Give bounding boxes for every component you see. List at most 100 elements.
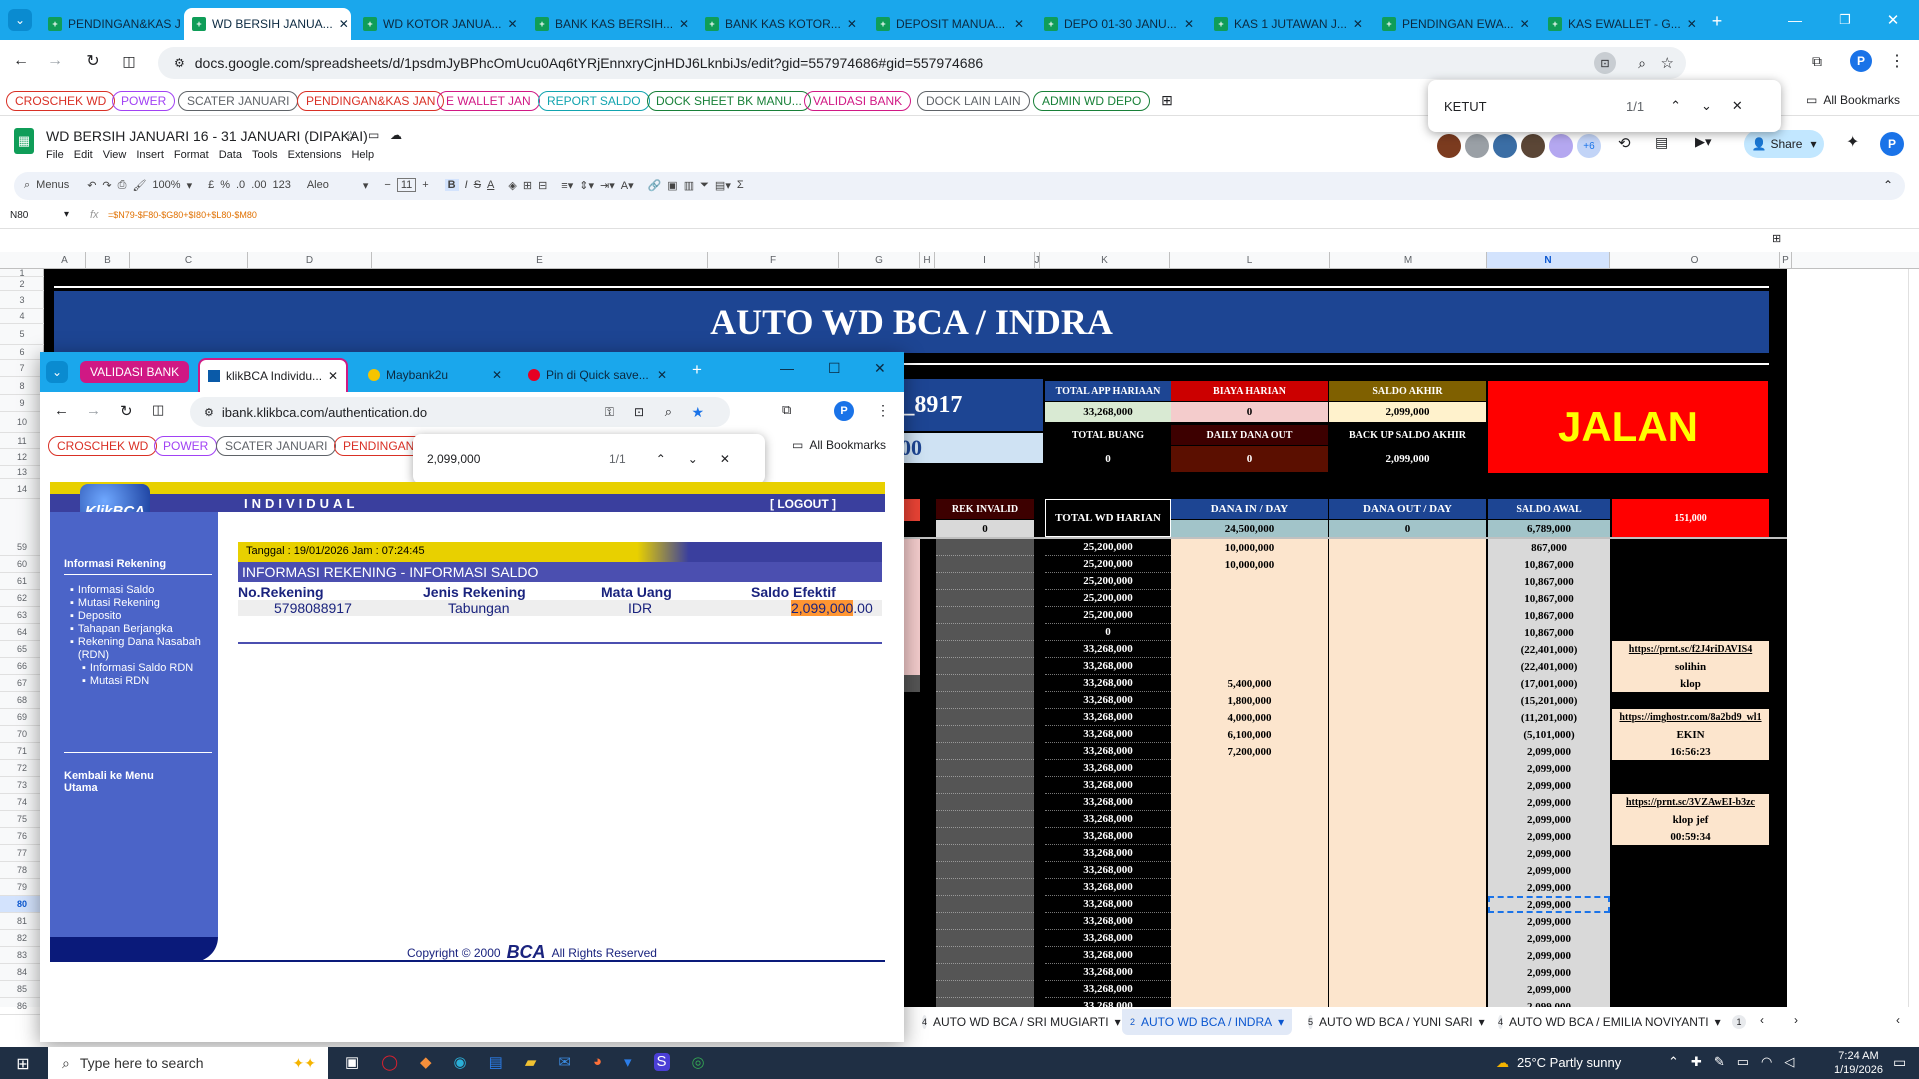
sidebar-sublink[interactable]: ▪ Mutasi RDN xyxy=(70,675,194,688)
move-icon[interactable]: ▭ xyxy=(368,128,379,142)
find-prev-icon[interactable]: ⌃ xyxy=(656,452,666,466)
saldo-awal-cell[interactable]: 10,867,000 xyxy=(1488,590,1610,607)
decrease-decimal[interactable]: .0 xyxy=(236,179,245,191)
row-header[interactable]: 12 xyxy=(0,449,44,466)
increase-decimal[interactable]: .00 xyxy=(251,179,266,191)
bookmark-item[interactable]: VALIDASI BANK xyxy=(804,91,912,111)
total-wd-cell[interactable]: 33,268,000 xyxy=(1045,658,1171,675)
row-header[interactable]: 1 xyxy=(0,268,44,278)
total-buang-label[interactable]: TOTAL BUANG xyxy=(1045,425,1171,445)
rek-invalid-cell[interactable] xyxy=(936,624,1034,641)
rek-invalid-cell[interactable] xyxy=(936,641,1034,658)
tray-up-icon[interactable]: ⌃ xyxy=(1668,1054,1679,1070)
rek-invalid-cell[interactable] xyxy=(936,726,1034,743)
saldo-awal-cell[interactable]: 10,867,000 xyxy=(1488,573,1610,590)
saldo-awal-cell[interactable]: 2,099,000 xyxy=(1488,811,1610,828)
saldo-awal-cell[interactable]: (5,101,000) xyxy=(1488,726,1610,743)
minimize-icon[interactable]: — xyxy=(780,360,794,376)
bookmark-item[interactable]: E WALLET JAN xyxy=(437,91,540,111)
close-tab-icon[interactable]: ✕ xyxy=(507,17,517,31)
total-wd-cell[interactable]: 33,268,000 xyxy=(1045,675,1171,692)
dana-in-cell[interactable]: 4,000,000 xyxy=(1171,709,1328,726)
total-wd-cell[interactable]: 0 xyxy=(1045,624,1171,641)
back-icon[interactable]: ← xyxy=(10,50,32,72)
account-amount[interactable]: 00 xyxy=(880,433,1043,463)
total-wd-cell[interactable]: 33,268,000 xyxy=(1045,709,1171,726)
tab-maybank[interactable]: Maybank2u ✕ xyxy=(360,360,510,390)
rek-invalid-cell[interactable] xyxy=(936,590,1034,607)
bookmark-item[interactable]: DOCK SHEET BK MANU... xyxy=(647,91,811,111)
row-header[interactable]: 62 xyxy=(0,590,44,607)
font-size-decrease[interactable]: − xyxy=(384,179,390,191)
backup-value[interactable]: 2,099,000 xyxy=(1329,446,1486,472)
close-tab-icon[interactable]: ✕ xyxy=(1687,17,1696,31)
total-wd-cell[interactable]: 33,268,000 xyxy=(1045,862,1171,879)
dana-in-cell[interactable] xyxy=(1171,573,1328,590)
total-app-value[interactable]: 33,268,000 xyxy=(1045,402,1171,422)
note-cell[interactable] xyxy=(1612,998,1769,1007)
close-tab-icon[interactable]: ✕ xyxy=(1353,17,1363,31)
dana-out-cell[interactable] xyxy=(1329,964,1486,981)
logout-link[interactable]: [ LOGOUT ] xyxy=(770,497,836,511)
dana-out-cell[interactable] xyxy=(1329,726,1486,743)
bookmark-star-icon[interactable]: ☆ xyxy=(1661,54,1674,72)
row-header[interactable]: 71 xyxy=(0,743,44,760)
note-cell[interactable]: https://prnt.sc/3VZAwEI-b3zc xyxy=(1612,794,1769,811)
dana-out-label[interactable]: DANA OUT / DAY xyxy=(1329,499,1486,519)
chevron-down-icon[interactable]: ▾ xyxy=(64,209,69,220)
saldo-awal-cell[interactable]: 2,099,000 xyxy=(1488,743,1610,760)
column-header[interactable]: I xyxy=(935,252,1035,268)
note-cell[interactable] xyxy=(1612,913,1769,930)
total-wd-cell[interactable]: 33,268,000 xyxy=(1045,777,1171,794)
extensions-icon[interactable]: ⧉ xyxy=(782,402,791,418)
filter-icon[interactable]: ⏷ xyxy=(700,179,709,192)
font-size-increase[interactable]: + xyxy=(422,179,428,191)
chrome-icon[interactable]: ◎ xyxy=(692,1053,705,1071)
row-header[interactable]: 66 xyxy=(0,658,44,675)
row-header[interactable]: 65 xyxy=(0,641,44,658)
total-wd-cell[interactable]: 25,200,000 xyxy=(1045,539,1171,556)
total-wd-cell[interactable]: 33,268,000 xyxy=(1045,845,1171,862)
opera-icon[interactable]: ◯ xyxy=(381,1053,398,1071)
reload-icon[interactable]: ↻ xyxy=(120,402,133,420)
total-wd-cell[interactable]: 33,268,000 xyxy=(1045,947,1171,964)
close-tab-icon[interactable]: ✕ xyxy=(1184,17,1194,31)
note-cell[interactable] xyxy=(1612,930,1769,947)
rek-invalid-label[interactable]: REK INVALID xyxy=(936,499,1034,519)
browser-tab[interactable]: + DEPO 01-30 JANU... ✕ xyxy=(1036,8,1202,40)
total-wd-cell[interactable]: 33,268,000 xyxy=(1045,896,1171,913)
saldo-awal-cell[interactable]: 2,099,000 xyxy=(1488,930,1610,947)
italic-button[interactable]: I xyxy=(465,179,468,191)
sidebar-sublink[interactable]: ▪ Informasi Saldo RDN xyxy=(70,662,194,675)
dana-in-cell[interactable] xyxy=(1171,845,1328,862)
new-tab-icon[interactable]: + xyxy=(692,360,702,380)
undo-icon[interactable]: ↶ xyxy=(87,179,96,192)
row-header[interactable]: 86 xyxy=(0,998,44,1015)
profile-avatar[interactable]: P xyxy=(1850,50,1872,72)
split-view-icon[interactable]: ◫ xyxy=(152,402,164,418)
rek-invalid-cell[interactable] xyxy=(936,828,1034,845)
dana-in-cell[interactable] xyxy=(1171,624,1328,641)
row-header[interactable]: 5 xyxy=(0,324,44,345)
dana-out-value[interactable]: 0 xyxy=(1329,520,1486,538)
rek-invalid-cell[interactable] xyxy=(936,947,1034,964)
font-size-input[interactable]: 11 xyxy=(396,178,417,192)
note-cell[interactable]: https://prnt.sc/f2J4riDAVIS4 xyxy=(1612,641,1769,658)
network-icon[interactable]: ▭ xyxy=(1737,1054,1749,1070)
note-cell[interactable]: 16:56:23 xyxy=(1612,743,1769,760)
menu-item[interactable]: File xyxy=(46,149,64,161)
row-header[interactable]: 68 xyxy=(0,692,44,709)
profile-avatar[interactable]: P xyxy=(834,401,854,421)
row-header[interactable]: 59 xyxy=(0,539,44,556)
row-header[interactable]: 72 xyxy=(0,760,44,777)
total-wd-cell[interactable]: 25,200,000 xyxy=(1045,607,1171,624)
column-header[interactable]: C xyxy=(130,252,248,268)
firefox-icon[interactable]: ◕ xyxy=(593,1053,602,1071)
row-header[interactable]: 79 xyxy=(0,879,44,896)
sheets-logo-icon[interactable]: ▦ xyxy=(14,128,34,154)
note-cell[interactable] xyxy=(1612,981,1769,998)
dana-in-value[interactable]: 24,500,000 xyxy=(1171,520,1328,538)
rek-invalid-cell[interactable] xyxy=(936,743,1034,760)
bookmark-item[interactable]: POWER xyxy=(112,91,176,111)
saldo-awal-cell[interactable]: 2,099,000 xyxy=(1488,964,1610,981)
